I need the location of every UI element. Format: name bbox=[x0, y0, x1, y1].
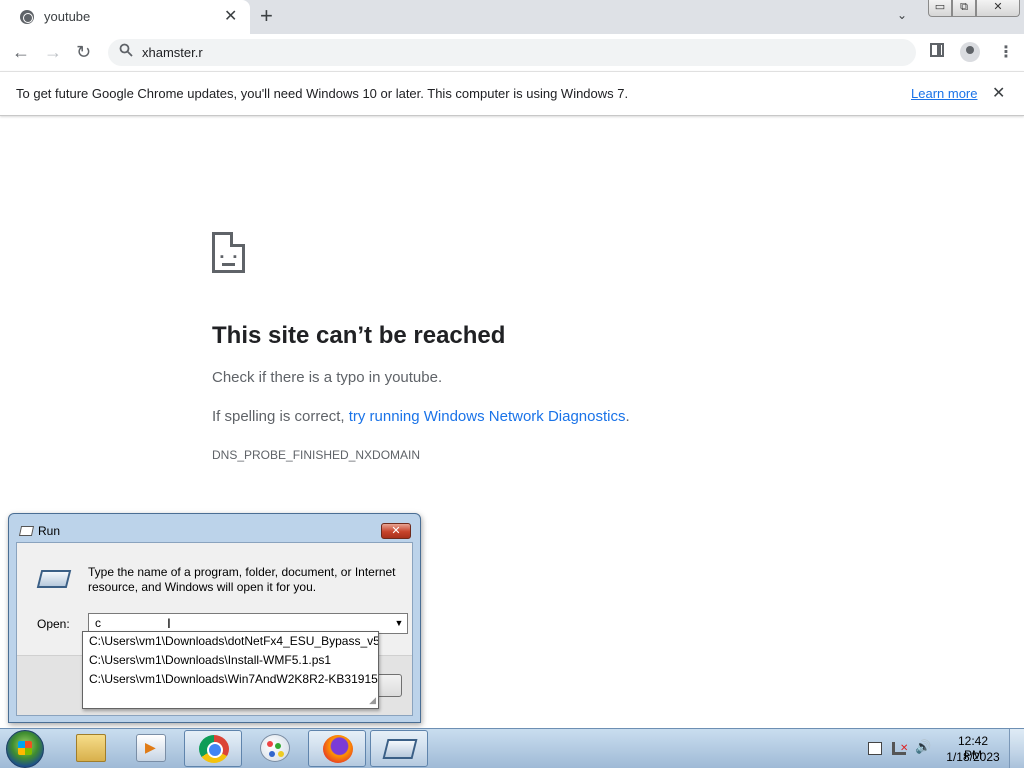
infobar-message: To get future Google Chrome updates, you… bbox=[16, 86, 629, 101]
run-icon bbox=[36, 570, 72, 588]
paint-icon bbox=[260, 734, 290, 762]
error-title: This site can’t be reached bbox=[212, 322, 506, 349]
list-item[interactable]: C:\Users\vm1\Downloads\Install-WMF5.1.ps… bbox=[83, 651, 378, 670]
run-app-icon bbox=[18, 526, 35, 536]
media-player-icon bbox=[136, 734, 166, 762]
action-center-icon[interactable] bbox=[868, 742, 882, 755]
run-icon bbox=[382, 739, 418, 759]
folder-icon bbox=[76, 734, 106, 762]
list-item[interactable]: C:\Users\vm1\Downloads\dotNetFx4_ESU_Byp… bbox=[83, 632, 378, 651]
learn-more-link[interactable]: Learn more bbox=[911, 86, 977, 101]
taskbar-run[interactable] bbox=[370, 730, 428, 767]
text-cursor-icon: I bbox=[167, 615, 171, 631]
window-close-button[interactable]: ✕ bbox=[976, 0, 1020, 17]
sad-document-icon: ▪ ▪ bbox=[212, 232, 245, 273]
tab-strip: youtube ✕ + ⌄ ▭ ⧉ ✕ bbox=[0, 0, 1024, 34]
system-tray: 🔊 12:42 PM 1/18/2023 bbox=[862, 729, 1024, 768]
run-description: Type the name of a program, folder, docu… bbox=[88, 565, 396, 594]
run-dialog-title: Run bbox=[38, 524, 61, 538]
tab-youtube[interactable]: youtube ✕ bbox=[0, 0, 250, 34]
start-button[interactable] bbox=[6, 730, 44, 768]
firefox-icon bbox=[323, 735, 353, 763]
back-button[interactable]: ← bbox=[12, 40, 30, 64]
network-disconnected-icon[interactable] bbox=[892, 742, 908, 755]
resize-grip-icon[interactable]: ◢ bbox=[369, 695, 376, 706]
taskbar-chrome[interactable] bbox=[184, 730, 242, 767]
run-dropdown-arrow-icon[interactable]: ▼ bbox=[391, 614, 407, 633]
address-bar[interactable]: xhamster.r bbox=[108, 39, 916, 66]
globe-icon bbox=[20, 10, 34, 24]
clock-date[interactable]: 1/18/2023 bbox=[946, 750, 1000, 764]
list-item[interactable]: C:\Users\vm1\Downloads\Win7AndW2K8R2-KB3… bbox=[83, 670, 378, 689]
menu-icon[interactable]: ⋮ bbox=[998, 42, 1014, 62]
show-desktop-button[interactable] bbox=[1009, 729, 1024, 768]
address-text[interactable]: xhamster.r bbox=[142, 45, 203, 60]
autocomplete-list: C:\Users\vm1\Downloads\dotNetFx4_ESU_Byp… bbox=[82, 631, 379, 709]
taskbar-media-player[interactable] bbox=[122, 730, 180, 767]
side-panel-icon[interactable] bbox=[930, 43, 944, 57]
open-label: Open: bbox=[37, 617, 70, 631]
error-diagnostics-hint: If spelling is correct, try running Wind… bbox=[212, 408, 630, 425]
tab-search-icon[interactable]: ⌄ bbox=[897, 8, 907, 22]
new-tab-button[interactable]: + bbox=[260, 4, 273, 28]
window-maximize-button[interactable]: ⧉ bbox=[952, 0, 976, 17]
update-infobar: To get future Google Chrome updates, you… bbox=[0, 71, 1024, 116]
profile-avatar-icon[interactable] bbox=[960, 42, 980, 62]
taskbar: 🔊 12:42 PM 1/18/2023 bbox=[0, 728, 1024, 768]
run-close-button[interactable]: ✕ bbox=[381, 523, 411, 539]
error-typo-hint: Check if there is a typo in youtube. bbox=[212, 369, 443, 386]
reload-button[interactable]: ↻ bbox=[76, 40, 91, 64]
taskbar-paint[interactable] bbox=[246, 730, 304, 767]
error-code: DNS_PROBE_FINISHED_NXDOMAIN bbox=[212, 448, 421, 462]
tab-close-icon[interactable]: ✕ bbox=[224, 7, 237, 27]
search-icon bbox=[119, 43, 133, 60]
window-minimize-button[interactable]: ▭ bbox=[928, 0, 952, 17]
browser-toolbar: ← → ↻ xhamster.r ⋮ bbox=[0, 34, 1024, 71]
network-diagnostics-link[interactable]: try running Windows Network Diagnostics bbox=[349, 408, 626, 425]
volume-icon[interactable]: 🔊 bbox=[915, 739, 931, 754]
forward-button[interactable]: → bbox=[44, 40, 62, 64]
taskbar-firefox[interactable] bbox=[308, 730, 366, 767]
tab-title: youtube bbox=[44, 9, 91, 24]
taskbar-explorer[interactable] bbox=[62, 730, 120, 767]
chrome-icon bbox=[199, 735, 229, 763]
infobar-close-icon[interactable]: ✕ bbox=[992, 83, 1005, 103]
